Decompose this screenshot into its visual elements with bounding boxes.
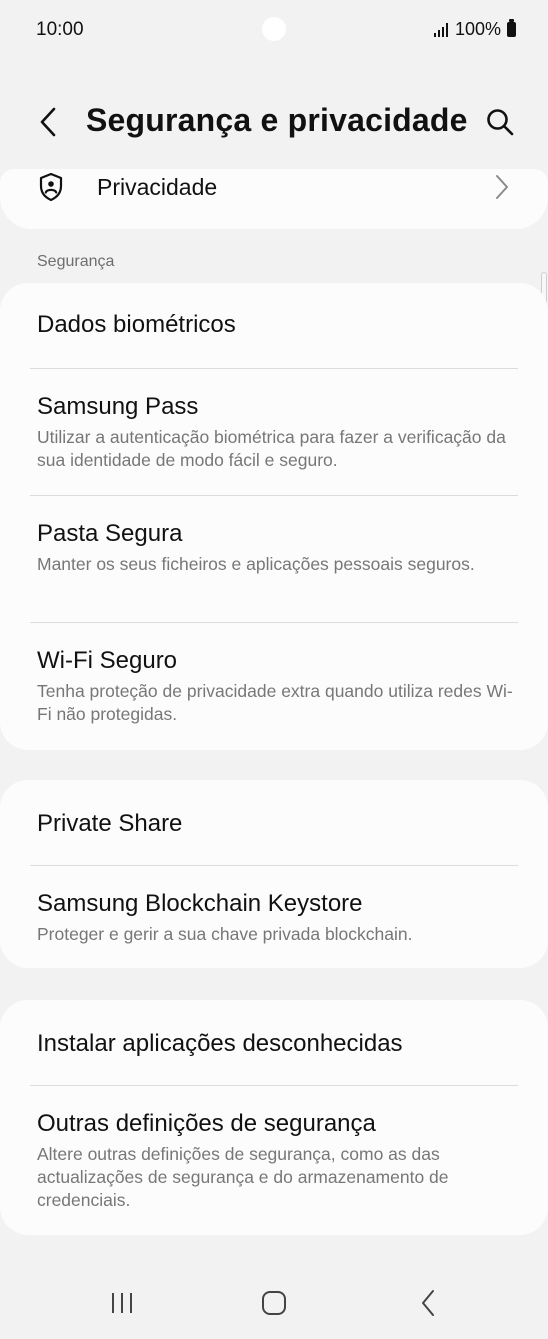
- item-title: Dados biométricos: [37, 311, 236, 338]
- item-subtitle: Manter os seus ficheiros e aplicações pe…: [37, 554, 475, 574]
- privacy-card: Privacidade: [0, 169, 548, 229]
- item-title: Private Share: [37, 810, 183, 837]
- privacy-label: Privacidade: [97, 174, 218, 200]
- list-item-samsung-pass[interactable]: Samsung Pass Utilizar a autenticação bio…: [0, 369, 548, 495]
- item-title: Outras definições de segurança: [37, 1110, 376, 1137]
- back-button[interactable]: [32, 104, 64, 140]
- item-title: Wi-Fi Seguro: [37, 647, 178, 674]
- status-bar: 10:00 100%: [0, 0, 548, 60]
- privacy-item[interactable]: Privacidade: [0, 169, 548, 229]
- item-title: Instalar aplicações desconhecidas: [37, 1030, 403, 1057]
- other-security-card: Instalar aplicações desconhecidas Outras…: [0, 1000, 548, 1235]
- signal-icon: [433, 22, 448, 37]
- status-indicators: 100%: [433, 19, 516, 40]
- item-title: Samsung Pass: [37, 393, 199, 420]
- section-header-security: Segurança: [37, 253, 115, 270]
- search-button[interactable]: [482, 104, 518, 140]
- home-button[interactable]: [244, 1280, 304, 1326]
- item-title: Samsung Blockchain Keystore: [37, 890, 363, 917]
- chevron-right-icon: [496, 175, 508, 199]
- item-subtitle: Proteger e gerir a sua chave privada blo…: [37, 924, 413, 944]
- home-icon: [262, 1291, 286, 1315]
- battery-icon: [507, 19, 516, 37]
- security-card: Dados biométricos Samsung Pass Utilizar …: [0, 283, 548, 750]
- item-subtitle: Altere outras definições de segurança, c…: [37, 1144, 449, 1210]
- search-icon: [487, 109, 514, 136]
- battery-percentage: 100%: [454, 19, 501, 39]
- sharing-card: Private Share Samsung Blockchain Keystor…: [0, 780, 548, 968]
- recents-button[interactable]: [92, 1280, 152, 1326]
- list-item-secure-wifi[interactable]: Wi-Fi Seguro Tenha proteção de privacida…: [0, 623, 548, 750]
- item-subtitle: Utilizar a autenticação biométrica para …: [37, 427, 506, 470]
- navigation-bar: [0, 1268, 548, 1338]
- list-item-secure-folder[interactable]: Pasta Segura Manter os seus ficheiros e …: [0, 496, 548, 622]
- chevron-left-icon: [40, 107, 56, 137]
- list-item-biometrics[interactable]: Dados biométricos: [0, 283, 548, 369]
- list-item-private-share[interactable]: Private Share: [0, 780, 548, 866]
- camera-cutout: [262, 17, 286, 41]
- recents-icon: [112, 1293, 132, 1313]
- nav-back-button[interactable]: [398, 1280, 458, 1326]
- back-icon: [422, 1290, 434, 1316]
- app-bar: Segurança e privacidade: [0, 92, 548, 152]
- list-item-blockchain-keystore[interactable]: Samsung Blockchain Keystore Proteger e g…: [0, 866, 548, 968]
- item-subtitle: Tenha proteção de privacidade extra quan…: [37, 681, 513, 724]
- list-item-other-security-settings[interactable]: Outras definições de segurança Altere ou…: [0, 1086, 548, 1235]
- list-item-unknown-apps[interactable]: Instalar aplicações desconhecidas: [0, 1000, 548, 1086]
- item-title: Pasta Segura: [37, 520, 183, 547]
- page-title: Segurança e privacidade: [86, 102, 468, 138]
- status-time: 10:00: [36, 19, 84, 40]
- privacy-shield-icon: [39, 172, 63, 202]
